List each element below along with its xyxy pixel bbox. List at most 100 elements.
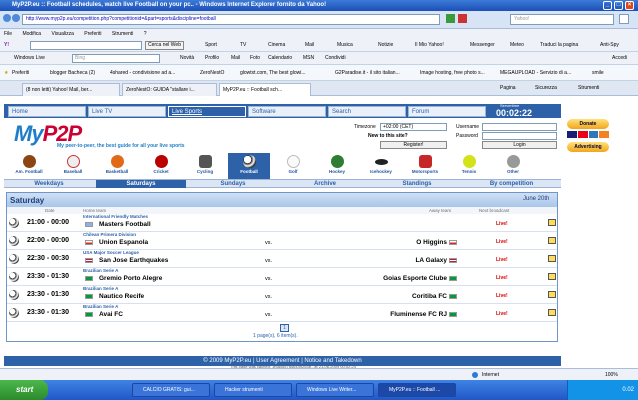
forward-icon[interactable]	[12, 14, 20, 22]
sport-hockey[interactable]: Hockey	[316, 153, 358, 179]
tv-icon[interactable]	[548, 273, 556, 280]
menu-strumenti[interactable]: Strumenti	[578, 81, 599, 96]
menu-tools[interactable]: Strumenti	[112, 31, 133, 37]
tv-icon[interactable]	[548, 219, 556, 226]
toolbar-notizie[interactable]: Notizie	[378, 39, 393, 52]
match-league[interactable]: Brazilian Serie A	[83, 286, 118, 291]
match-league[interactable]: Chilean Primera Division	[83, 232, 136, 237]
tv-icon[interactable]	[548, 291, 556, 298]
match-league[interactable]: USA Major Soccer League	[83, 250, 139, 255]
maximize-button[interactable]: □	[614, 1, 623, 10]
live-link[interactable]: Live!	[496, 293, 508, 299]
nav-home[interactable]: Home	[8, 106, 86, 117]
live-msn[interactable]: MSN	[303, 52, 314, 65]
live-link[interactable]: Live!	[496, 239, 508, 245]
toolbar-messenger[interactable]: Messenger	[470, 39, 495, 52]
bing-search-input[interactable]: Bing	[72, 54, 160, 63]
taskbar-item[interactable]: Hacker strumenti	[214, 383, 292, 397]
toolbar-tv[interactable]: TV	[240, 39, 246, 52]
yahoo-search-button[interactable]: Cerca nel Web	[145, 41, 184, 50]
minimize-button[interactable]: _	[603, 1, 612, 10]
sport-icehockey[interactable]: Icehockey	[360, 153, 402, 179]
nav-live-sports[interactable]: Live Sports	[168, 106, 246, 117]
refresh-icon[interactable]	[446, 14, 455, 23]
match-row[interactable]: 22:30 - 00:30 USA Major Soccer League Sa…	[7, 250, 557, 268]
match-league[interactable]: Brazilian Serie A	[83, 268, 118, 273]
menu-help[interactable]: ?	[144, 31, 147, 37]
tab-zeronesto[interactable]: ZeroNestO: GUIDA "stallare i...	[122, 83, 217, 96]
stop-icon[interactable]	[458, 14, 467, 23]
menu-edit[interactable]: Modifica	[22, 31, 41, 37]
login-button[interactable]: Login	[482, 141, 557, 149]
sport-other[interactable]: Other	[492, 153, 534, 179]
toolbar-mail[interactable]: Mail	[305, 39, 314, 52]
fav-4shared[interactable]: 4shared - condivisione ad a...	[110, 65, 175, 81]
nav-forum[interactable]: Forum	[408, 106, 486, 117]
live-link[interactable]: Live!	[496, 275, 508, 281]
close-button[interactable]: ×	[625, 1, 634, 10]
pager-page[interactable]: 1	[280, 324, 289, 332]
sport-motorsports[interactable]: Motorsports	[404, 153, 446, 179]
password-input[interactable]	[482, 132, 557, 140]
menu-file[interactable]: File	[4, 31, 12, 37]
toolbar-cinema[interactable]: Cinema	[268, 39, 285, 52]
daynav-archive[interactable]: Archive	[280, 180, 370, 188]
fav-image-hosting[interactable]: Image hosting, free photo s...	[420, 65, 485, 81]
menu-view[interactable]: Visualizza	[51, 31, 73, 37]
fav-zeronesto[interactable]: ZeroNestO	[200, 65, 224, 81]
match-league[interactable]: International Friendly Matches	[83, 214, 148, 219]
toolbar-antispy[interactable]: Anti-Spy	[600, 39, 619, 52]
match-row[interactable]: 23:30 - 01:30 Brazilian Serie A Avai FC …	[7, 304, 557, 322]
menu-pagina[interactable]: Pagina	[500, 81, 516, 96]
live-mail[interactable]: Mail	[231, 52, 240, 65]
daynav-sundays[interactable]: Sundays	[188, 180, 278, 188]
favorites-star-icon[interactable]: ★	[4, 65, 8, 81]
live-accedi[interactable]: Accedi	[612, 52, 627, 65]
menu-favorites[interactable]: Preferiti	[84, 31, 101, 37]
fav-blogger[interactable]: blogger Bacheca (2)	[50, 65, 95, 81]
yahoo-logo[interactable]: Y!	[4, 39, 9, 52]
fav-glowtxt[interactable]: glowtxt.com, The best glowi...	[240, 65, 306, 81]
toolbar-sport[interactable]: Sport	[205, 39, 217, 52]
taskbar-item[interactable]: CALCIO GRATIS: gui...	[132, 383, 210, 397]
sport-football[interactable]: Football	[228, 153, 270, 179]
toolbar-meteo[interactable]: Meteo	[510, 39, 524, 52]
live-foto[interactable]: Foto	[250, 52, 260, 65]
daynav-weekdays[interactable]: Weekdays	[4, 180, 94, 188]
register-button[interactable]: Register!	[380, 141, 447, 149]
address-bar[interactable]: http://www.myp2p.eu/competition.php?comp…	[22, 14, 440, 25]
sport-am-football[interactable]: Am. Football	[8, 153, 50, 179]
live-profilo[interactable]: Profilo	[205, 52, 219, 65]
tv-icon[interactable]	[548, 309, 556, 316]
live-link[interactable]: Live!	[496, 257, 508, 263]
toolbar-traduci[interactable]: Traduci la pagina	[540, 39, 578, 52]
taskbar-item-active[interactable]: MyP2P.eu :: Football ...	[378, 383, 456, 397]
fav-g2paradise[interactable]: G2Paradise.it - il sito italian...	[335, 65, 400, 81]
taskbar-item[interactable]: Windows Live Writer...	[296, 383, 374, 397]
fav-smile[interactable]: smile	[592, 65, 604, 81]
tab-myp2p[interactable]: MyP2P.eu :: Football sch...	[219, 83, 311, 96]
sport-cycling[interactable]: Cycling	[184, 153, 226, 179]
start-button[interactable]: start	[0, 380, 48, 400]
donate-button[interactable]: Donate	[567, 119, 609, 129]
sport-tennis[interactable]: Tennis	[448, 153, 490, 179]
search-icon[interactable]	[619, 14, 629, 24]
clock[interactable]: 0.02	[622, 387, 634, 393]
match-row[interactable]: 21:00 - 00:00 International Friendly Mat…	[7, 214, 557, 232]
fav-megaupload[interactable]: MEGAUPLOAD - Servizio di a...	[500, 65, 571, 81]
live-condividi[interactable]: Condividi	[325, 52, 346, 65]
back-icon[interactable]	[3, 14, 11, 22]
toolbar-mio-yahoo[interactable]: Il Mio Yahoo!	[415, 39, 444, 52]
daynav-saturdays[interactable]: Saturdays	[96, 180, 186, 188]
toolbar-musica[interactable]: Musica	[337, 39, 353, 52]
match-league[interactable]: Brazilian Serie A	[83, 304, 118, 309]
sport-golf[interactable]: Golf	[272, 153, 314, 179]
username-input[interactable]	[482, 123, 557, 131]
live-novita[interactable]: Novità	[180, 52, 194, 65]
sport-basketball[interactable]: Basketball	[96, 153, 138, 179]
advertising-button[interactable]: Advertising	[567, 142, 609, 152]
yahoo-search-input[interactable]	[30, 41, 142, 50]
tab-yahoo-mail[interactable]: (8 non letti) Yahoo! Mail, ber...	[22, 83, 120, 96]
browser-search-input[interactable]: Yahoo!	[510, 14, 614, 25]
timezone-select[interactable]: +02:00 (CET)	[380, 123, 447, 131]
